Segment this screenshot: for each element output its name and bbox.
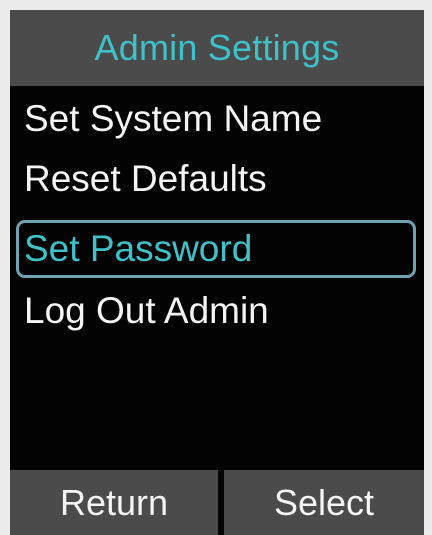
device-screen: Admin Settings Set System Name Reset Def… bbox=[10, 10, 424, 535]
select-softkey[interactable]: Select bbox=[224, 470, 424, 535]
menu-item-set-system-name[interactable]: Set System Name bbox=[16, 90, 416, 148]
softkey-bar: Return Select bbox=[10, 470, 424, 535]
screen-title: Admin Settings bbox=[94, 27, 340, 68]
menu-item-set-password[interactable]: Set Password bbox=[16, 220, 416, 278]
menu-item-reset-defaults[interactable]: Reset Defaults bbox=[16, 150, 416, 208]
menu-item-log-out-admin[interactable]: Log Out Admin bbox=[16, 282, 416, 340]
return-softkey[interactable]: Return bbox=[10, 470, 218, 535]
title-bar: Admin Settings bbox=[10, 10, 424, 86]
